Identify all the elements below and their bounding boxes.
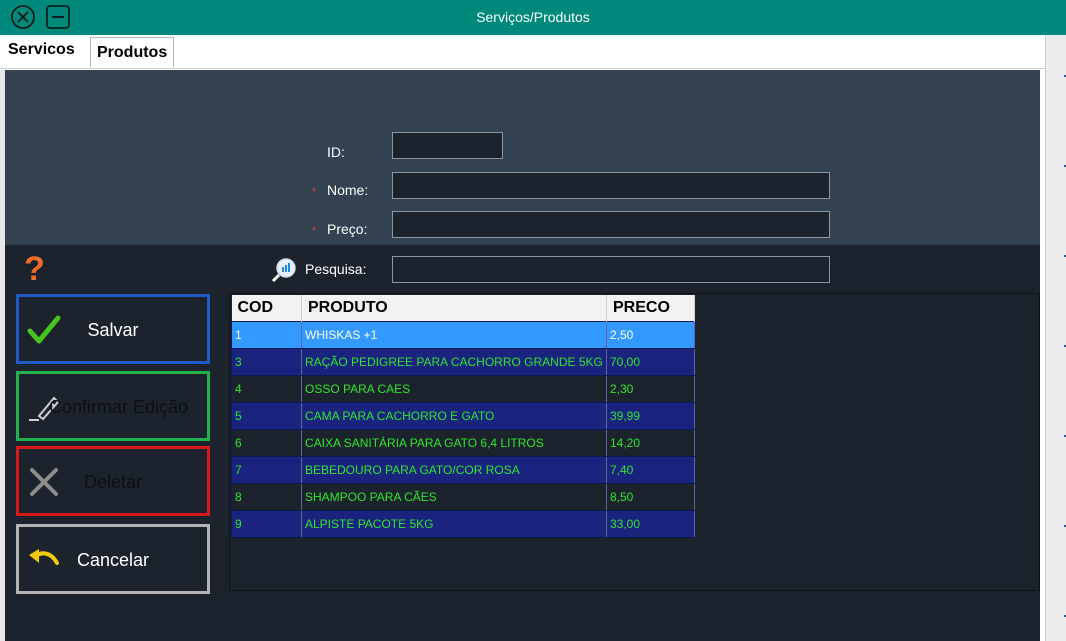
cell-cod: 5 — [231, 401, 302, 430]
cancelar-button[interactable]: Cancelar — [16, 524, 210, 594]
nome-label: Nome: — [327, 182, 369, 198]
table-row[interactable]: 5 CAMA PARA CACHORRO E GATO 39,99 — [231, 401, 695, 430]
cell-preco: 2,50 — [606, 320, 695, 349]
pesquisa-label: Pesquisa: — [305, 261, 367, 277]
table-row[interactable]: 1 WHISKAS +1 2,50 — [231, 320, 695, 349]
id-label: ID: — [327, 144, 345, 160]
search-icon — [271, 258, 296, 283]
cell-produto: WHISKAS +1 — [301, 320, 607, 349]
confirmar-edicao-button[interactable]: Confirmar Edição — [16, 371, 210, 441]
nome-required-mark: * — [312, 186, 317, 198]
nome-field[interactable] — [392, 172, 830, 199]
table-row[interactable]: 8 SHAMPOO PARA CÃES 8,50 — [231, 482, 695, 511]
cell-produto: SHAMPOO PARA CÃES — [301, 482, 607, 511]
cell-cod: 7 — [231, 455, 302, 484]
tab-strip: Servicos Produtos — [0, 35, 1045, 69]
tab-servicos[interactable]: Servicos — [8, 41, 75, 59]
table-row[interactable]: 7 BEBEDOURO PARA GATO/COR ROSA 7,40 — [231, 455, 695, 484]
cell-cod: 8 — [231, 482, 302, 511]
pesquisa-field[interactable] — [392, 256, 830, 283]
confirmar-label: Confirmar Edição — [49, 397, 189, 417]
cell-preco: 8,50 — [606, 482, 695, 511]
cancelar-label: Cancelar — [76, 550, 150, 570]
products-grid[interactable]: COD PRODUTO PRECO 1 WHISKAS +1 2,50 3 RA… — [229, 293, 1040, 591]
title-bar: Serviços/Produtos — [0, 0, 1066, 35]
cell-preco: 7,40 — [606, 455, 695, 484]
cell-produto: BEBEDOURO PARA GATO/COR ROSA — [301, 455, 607, 484]
salvar-button[interactable]: Salvar — [16, 294, 210, 364]
preco-required-mark: * — [312, 225, 317, 237]
cell-preco: 33,00 — [606, 509, 695, 538]
column-header-cod[interactable]: COD — [231, 295, 302, 321]
cell-preco: 70,00 — [606, 347, 695, 376]
cell-cod: 1 — [231, 320, 302, 349]
deletar-label: Deletar — [83, 472, 143, 492]
table-row[interactable]: 9 ALPISTE PACOTE 5KG 33,00 — [231, 509, 695, 538]
window-title: Serviços/Produtos — [476, 9, 590, 25]
help-icon[interactable]: ? — [24, 250, 45, 289]
table-row[interactable]: 3 RAÇÃO PEDIGREE PARA CACHORRO GRANDE 5K… — [231, 347, 695, 376]
tab-produtos[interactable]: Produtos — [90, 37, 175, 67]
cell-produto: CAMA PARA CACHORRO E GATO — [301, 401, 607, 430]
preco-label: Preço: — [327, 221, 368, 237]
cell-produto: OSSO PARA CAES — [301, 374, 607, 403]
column-header-preco[interactable]: PRECO — [606, 295, 695, 321]
deletar-button[interactable]: Deletar — [16, 446, 210, 516]
cell-produto: CAIXA SANITÁRIA PARA GATO 6,4 LITROS — [301, 428, 607, 457]
table-row[interactable]: 4 OSSO PARA CAES 2,30 — [231, 374, 695, 403]
cell-cod: 9 — [231, 509, 302, 538]
table-row[interactable]: 6 CAIXA SANITÁRIA PARA GATO 6,4 LITROS 1… — [231, 428, 695, 457]
cell-preco: 39,99 — [606, 401, 695, 430]
cell-preco: 14,20 — [606, 428, 695, 457]
products-table: COD PRODUTO PRECO 1 WHISKAS +1 2,50 3 RA… — [231, 295, 695, 538]
cell-produto: RAÇÃO PEDIGREE PARA CACHORRO GRANDE 5KG — [301, 347, 607, 376]
salvar-label: Salvar — [87, 320, 139, 340]
cell-cod: 6 — [231, 428, 302, 457]
column-header-produto[interactable]: PRODUTO — [301, 295, 607, 321]
cell-produto: ALPISTE PACOTE 5KG — [301, 509, 607, 538]
cell-cod: 3 — [231, 347, 302, 376]
cell-cod: 4 — [231, 374, 302, 403]
preco-field[interactable] — [392, 211, 830, 238]
id-field[interactable] — [392, 132, 503, 159]
grid-header: COD PRODUTO PRECO — [231, 295, 695, 321]
cell-preco: 2,30 — [606, 374, 695, 403]
right-scroll-strip[interactable] — [1045, 35, 1066, 641]
